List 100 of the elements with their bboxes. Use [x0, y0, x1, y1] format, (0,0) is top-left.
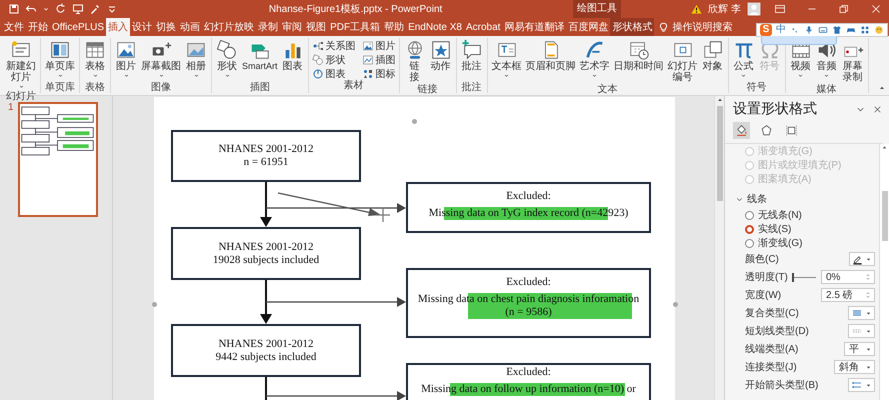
ribbon-tab[interactable]: 切换 [154, 18, 178, 36]
slider-thumb[interactable] [792, 272, 794, 282]
option-label[interactable]: 渐变线(G) [758, 236, 802, 250]
scroll-thumb[interactable] [716, 106, 722, 201]
ribbon-button[interactable]: 屏幕录制 [840, 38, 866, 84]
ribbon-tab[interactable]: 百度网盘 [566, 18, 610, 36]
ribbon-button[interactable]: 视频 [788, 38, 814, 80]
ribbon-button[interactable]: 插图 [360, 54, 397, 66]
ribbon-button[interactable]: 图片 [360, 40, 397, 52]
ribbon-button[interactable]: 图表 [280, 38, 306, 73]
dropdown[interactable]: 平 [844, 342, 875, 356]
ribbon-tab[interactable]: OfficePLUS [50, 18, 106, 36]
radio-button[interactable] [745, 210, 754, 220]
selection-handle[interactable] [672, 302, 678, 306]
ribbon-button[interactable]: 相册 [183, 38, 209, 80]
ribbon-button[interactable]: 日期和时间 [612, 38, 666, 73]
illustration-icon [362, 54, 374, 66]
ribbon-button[interactable]: 音频 [814, 38, 840, 80]
ribbon-button[interactable]: 批注 [458, 38, 485, 73]
flow-arrow [260, 182, 272, 227]
property-label: 线端类型(A) [745, 342, 798, 356]
ribbon-button[interactable]: 表格 [82, 38, 108, 80]
radio-button[interactable] [745, 238, 754, 248]
microphone-icon[interactable] [804, 25, 814, 35]
ribbon-button[interactable]: 页眉和页脚 [524, 38, 578, 73]
scroll-thumb[interactable] [882, 191, 888, 241]
shirt-icon[interactable] [832, 25, 842, 35]
ribbon-tab[interactable]: 网易有道翻译 [502, 18, 566, 36]
scrollbar[interactable] [879, 144, 889, 400]
warning-icon[interactable] [691, 4, 702, 14]
ribbon-button[interactable]: 形状 [310, 54, 357, 66]
section-header[interactable]: 线条 [747, 192, 767, 206]
selection-handle[interactable] [152, 302, 156, 306]
ribbon-tab[interactable]: 形状格式 [610, 18, 654, 36]
property-label: 开始箭头类型(B) [745, 378, 818, 392]
ribbon-tab[interactable]: 动画 [178, 18, 202, 36]
ribbon-button[interactable]: 图标 [360, 68, 397, 80]
ribbon-display-icon[interactable] [774, 3, 786, 15]
ribbon-button[interactable]: 屏幕截图 [139, 38, 183, 80]
slide-thumbnail[interactable] [18, 102, 98, 217]
ribbon-button[interactable]: 文本框 [490, 38, 524, 80]
ribbon-tab[interactable]: Acrobat [464, 18, 502, 36]
layout-icon [49, 39, 71, 61]
option-label[interactable]: 无线条(N) [758, 208, 802, 222]
ribbon-button[interactable]: 图表 [310, 68, 357, 80]
ribbon-tab[interactable]: 幻灯片放映 [202, 18, 256, 36]
collapse-ribbon-icon[interactable] [878, 84, 886, 92]
ribbon-button[interactable]: 形状 [214, 38, 240, 80]
selection-handle[interactable] [412, 118, 416, 124]
slideshow-icon[interactable] [72, 3, 84, 15]
scroll-up-icon[interactable] [881, 144, 888, 151]
ribbon-tab[interactable]: 录制 [256, 18, 280, 36]
avatar-icon[interactable] [747, 2, 761, 16]
close-icon[interactable] [870, 3, 882, 15]
ribbon-tab[interactable]: 开始 [26, 18, 50, 36]
dropdown[interactable]: 斜角 [834, 360, 875, 374]
smiley-icon[interactable] [874, 25, 884, 35]
drawn-arrow[interactable] [278, 192, 381, 216]
close-icon[interactable] [872, 104, 883, 114]
grid-icon[interactable] [860, 25, 870, 35]
transparency-field[interactable]: 0% [821, 270, 875, 284]
spin-arrows-icon[interactable] [864, 291, 872, 299]
ribbon-button[interactable]: 动作 [428, 38, 454, 73]
ribbon-tab[interactable]: 文件 [2, 18, 26, 36]
scrollbar[interactable] [714, 96, 724, 400]
radio-button[interactable] [745, 224, 754, 234]
ribbon-button[interactable]: 艺术字 [578, 38, 612, 80]
line-style-dropdown[interactable] [848, 306, 875, 320]
ribbon-button[interactable]: 幻灯片编号 [666, 38, 700, 84]
width-field[interactable]: 2.5 磅 [821, 288, 875, 302]
line-style-dropdown[interactable] [848, 378, 875, 392]
brush-icon[interactable] [89, 3, 101, 15]
ribbon-button[interactable]: 公式 [730, 38, 757, 80]
ribbon-button[interactable]: 新建幻灯片 [4, 38, 38, 91]
ribbon-tab[interactable]: 审阅 [280, 18, 304, 36]
restore-icon[interactable] [838, 3, 850, 15]
keyboard-icon[interactable] [818, 25, 828, 35]
pane-tab[interactable] [733, 122, 750, 139]
box-text: n = 61951 [244, 156, 288, 169]
ribbon-button[interactable]: 图片 [113, 38, 139, 80]
ribbon-tab[interactable]: 帮助 [382, 18, 406, 36]
save-icon[interactable] [8, 3, 20, 15]
ribbon-tab[interactable]: 视图 [304, 18, 328, 36]
tell-me-search[interactable]: 操作说明搜索 [656, 18, 734, 36]
ribbon-tab[interactable]: 设计 [130, 18, 154, 36]
ribbon-tab[interactable]: EndNote X8 [406, 18, 464, 36]
ribbon-button[interactable]: 对象 [700, 38, 726, 73]
user-name[interactable]: 欣辉 李 [708, 2, 741, 16]
pie-chart-icon [312, 68, 324, 80]
ribbon-button[interactable]: 单页库 [43, 38, 77, 80]
ribbon-tab[interactable]: 插入 [106, 18, 130, 36]
color-picker-button[interactable] [849, 252, 875, 266]
ribbon-button[interactable]: 关系图 [310, 40, 357, 52]
input-mode-toggle[interactable]: 中 [776, 24, 786, 36]
ribbon-button[interactable]: SmartArt [240, 38, 280, 73]
ribbon-tab[interactable]: PDF工具箱 [328, 18, 382, 36]
spin-arrows-icon[interactable] [864, 273, 872, 281]
redo-icon[interactable] [55, 3, 67, 15]
ribbon-button[interactable]: 链接 [402, 38, 428, 84]
option-label[interactable]: 实线(S) [758, 222, 792, 236]
